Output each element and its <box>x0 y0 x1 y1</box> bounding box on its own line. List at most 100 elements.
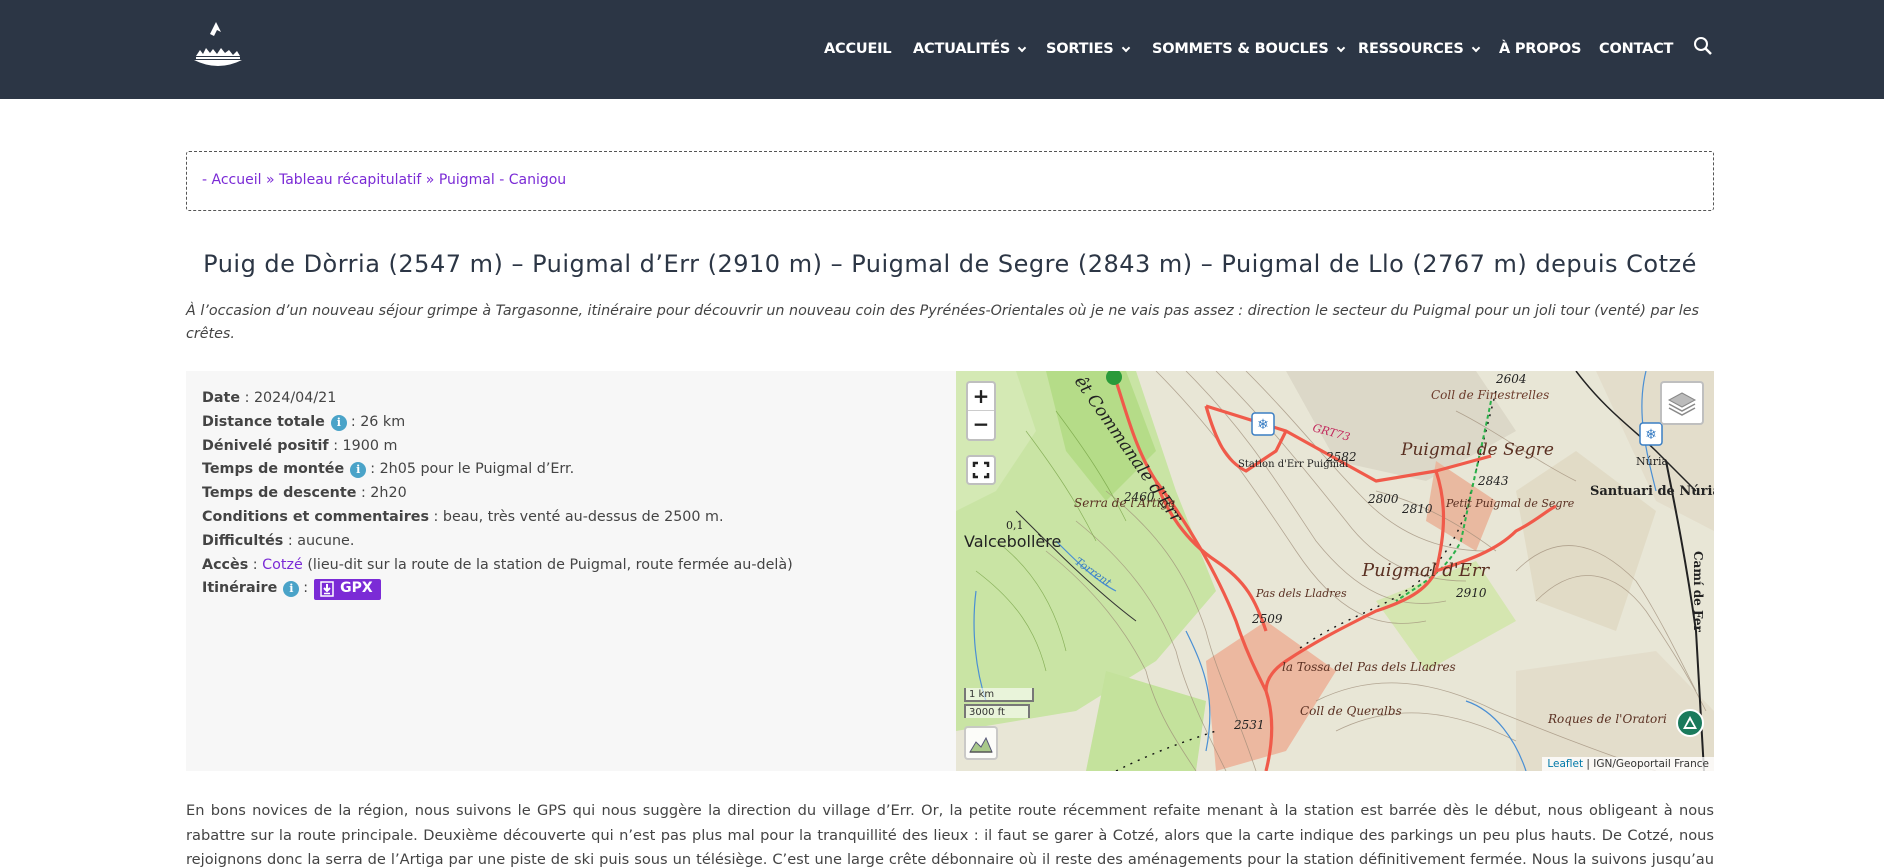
info-acces-label: Accès <box>202 556 249 573</box>
nav-apropos-label: À PROPOS <box>1499 41 1582 57</box>
breadcrumb: - Accueil » Tableau récapitulatif » Puig… <box>186 151 1714 211</box>
gpx-label: GPX <box>340 580 373 597</box>
map-label-santuari: Santuari de Núria <box>1590 484 1714 499</box>
page-title: Puig de Dòrria (2547 m) – Puigmal d’Err … <box>203 250 1697 278</box>
intro-text: À l’occasion d’un nouveau séjour grimpe … <box>186 303 1699 342</box>
acces-cotze-link[interactable]: Cotzé <box>262 554 303 578</box>
nav-a-propos[interactable]: À PROPOS <box>1499 41 1581 57</box>
info-itineraire-sep: : <box>303 580 309 597</box>
nav-accueil[interactable]: ACCUEIL <box>824 41 892 57</box>
location-icon[interactable] <box>1676 709 1704 737</box>
map-label-coll-queralbs: Coll de Queralbs <box>1300 704 1402 718</box>
elevation-profile-button[interactable] <box>964 726 998 760</box>
chevron-down-icon <box>1121 43 1130 52</box>
breadcrumb-tableau[interactable]: Tableau récapitulatif <box>279 172 421 188</box>
breadcrumb-puigmal-canigou[interactable]: Puigmal - Canigou <box>439 172 566 188</box>
map-label-tossa: la Tossa del Pas dels Lladres <box>1282 660 1456 674</box>
map-label-2509: 2509 <box>1251 612 1283 626</box>
nav-accueil-label: ACCUEIL <box>824 41 892 57</box>
ski-station-icon: ❄ <box>1639 422 1663 446</box>
map-label-01: 0,1 <box>1006 519 1024 532</box>
info-icon[interactable]: i <box>350 462 367 479</box>
search-icon[interactable] <box>1693 36 1713 56</box>
map-label-2460: 2460 <box>1123 490 1155 504</box>
info-itineraire: Itinéraire i : GPX <box>202 577 793 601</box>
map-label-puigmal-err: Puigmal d'Err <box>1361 560 1490 581</box>
map-label-roques: Roques de l'Oratori <box>1547 712 1667 726</box>
nav-contact-label: CONTACT <box>1599 41 1674 57</box>
info-icon[interactable]: i <box>330 414 347 431</box>
zoom-in-button[interactable]: + <box>968 383 994 411</box>
map-label-2604: 2604 <box>1495 372 1527 386</box>
map-attribution: Leaflet | IGN/Geoportail France <box>1542 757 1714 771</box>
info-acces-sep: : <box>248 556 263 573</box>
breadcrumb-separator: » <box>421 172 439 188</box>
layers-icon <box>1667 392 1697 416</box>
leaflet-link[interactable]: Leaflet <box>1547 758 1583 770</box>
info-distance-label: Distance totale <box>202 413 325 430</box>
layers-button[interactable] <box>1660 381 1704 425</box>
breadcrumb-separator: » <box>261 172 279 188</box>
info-conditions-value: : beau, très venté au-dessus de 2500 m. <box>428 508 724 525</box>
map-label-2810: 2810 <box>1401 502 1433 516</box>
route-map[interactable]: ❄ ❄ êt Commanale d'Err Coll de Finestrel… <box>956 371 1714 771</box>
info-list: Date : 2024/04/21 Distance totale i: 26 k… <box>202 387 793 601</box>
attribution-sep: | <box>1583 758 1594 770</box>
info-distance-value: : 26 km <box>350 413 406 430</box>
elevation-icon <box>969 736 993 753</box>
info-panel: Date : 2024/04/21 Distance totale i: 26 k… <box>186 371 956 771</box>
info-date-label: Date <box>202 390 241 406</box>
map-label-cami: Camí de Fer <box>1691 551 1705 632</box>
map-label-pas-lladres: Pas dels Lladres <box>1255 587 1347 600</box>
info-descente-label: Temps de descente <box>202 485 357 502</box>
info-conditions: Conditions et commentaires : beau, très … <box>202 506 793 530</box>
chevron-down-icon <box>1336 43 1345 52</box>
map-label-coll-finestrelles: Coll de Finestrelles <box>1431 388 1549 402</box>
svg-text:❄: ❄ <box>1257 417 1269 433</box>
info-denivele-value: : 1900 m <box>328 437 398 454</box>
info-difficultes-value: : aucune. <box>283 532 355 549</box>
info-date-value: : 2024/04/21 <box>240 390 337 406</box>
info-difficultes-label: Difficultés <box>202 532 284 549</box>
body-paragraph: En bons novices de la région, nous suivo… <box>186 802 1714 867</box>
site-logo-icon[interactable] <box>190 20 246 74</box>
map-label-2910: 2910 <box>1455 586 1487 600</box>
chevron-down-icon <box>1017 43 1027 52</box>
map-label-2843: 2843 <box>1477 474 1509 488</box>
info-distance: Distance totale i: 26 km <box>202 411 793 435</box>
map-label-petit-puigmal: Petit Puigmal de Segre <box>1445 497 1575 510</box>
nav-sorties-label: SORTIES <box>1046 41 1114 57</box>
map-tiles[interactable]: ❄ ❄ êt Commanale d'Err Coll de Finestrel… <box>956 371 1714 771</box>
info-montee: Temps de montée i: 2h05 pour le Puigmal d… <box>202 458 793 482</box>
nav-actualites[interactable]: ACTUALITÉS <box>913 41 1027 57</box>
info-denivele-label: Dénivelé positif <box>202 437 329 454</box>
ski-station-icon: ❄ <box>1251 412 1275 436</box>
breadcrumb-prefix: - <box>202 172 212 188</box>
info-descente: Temps de descente : 2h20 <box>202 482 793 506</box>
info-denivele: Dénivelé positif : 1900 m <box>202 435 793 459</box>
nav-sommets-label: SOMMETS & BOUCLES <box>1152 41 1329 57</box>
nav-sorties[interactable]: SORTIES <box>1046 41 1130 57</box>
info-acces-value: (lieu-dit sur la route de la station de … <box>302 556 793 573</box>
breadcrumb-accueil[interactable]: Accueil <box>212 172 262 188</box>
info-icon[interactable]: i <box>283 581 300 598</box>
fullscreen-icon <box>972 461 990 479</box>
nav-actualites-label: ACTUALITÉS <box>913 41 1011 57</box>
nav-sommets-boucles[interactable]: SOMMETS & BOUCLES <box>1152 41 1345 57</box>
svg-text:❄: ❄ <box>1645 427 1657 443</box>
info-conditions-label: Conditions et commentaires <box>202 508 429 525</box>
nav-contact[interactable]: CONTACT <box>1599 41 1673 57</box>
zoom-out-button[interactable]: − <box>968 411 994 439</box>
fullscreen-button[interactable] <box>966 455 996 485</box>
map-label-2582: 2582 <box>1325 450 1357 464</box>
info-montee-label: Temps de montée <box>202 461 345 478</box>
chevron-down-icon <box>1471 43 1480 52</box>
site-header: ACCUEIL ACTUALITÉS SORTIES SOMMETS & BOU… <box>0 0 1884 99</box>
download-icon <box>320 581 334 598</box>
gpx-download-button[interactable]: GPX <box>314 578 381 600</box>
map-label-2531: 2531 <box>1233 718 1265 732</box>
map-scale: 1 km 3000 ft <box>964 688 1034 718</box>
nav-ressources[interactable]: RESSOURCES <box>1358 41 1480 57</box>
scale-ft: 3000 ft <box>964 704 1030 718</box>
map-label-valcebollere: Valcebollère <box>964 532 1061 551</box>
